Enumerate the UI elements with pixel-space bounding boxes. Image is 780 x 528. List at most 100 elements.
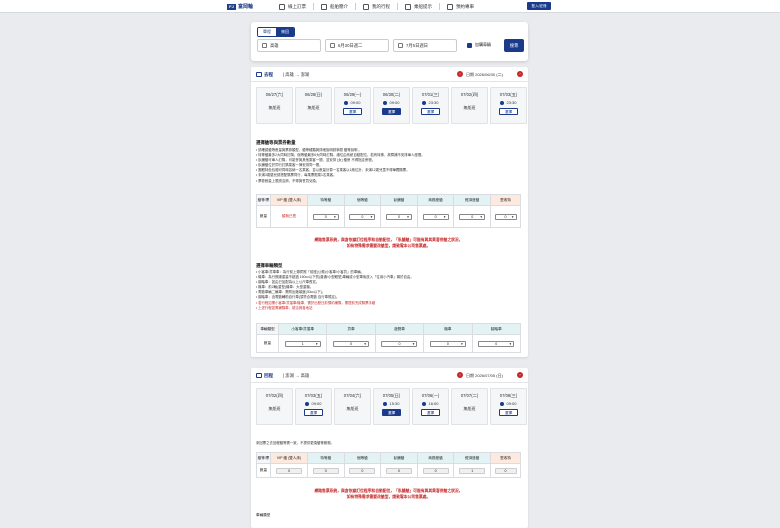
row-label: 數量 bbox=[256, 463, 271, 478]
nav-item-my-trips[interactable]: 我的行程 bbox=[355, 3, 397, 10]
brand-name: 富岡輪 bbox=[238, 4, 254, 10]
add-vehicle-checkbox[interactable] bbox=[467, 42, 472, 48]
quantity-select[interactable]: 0 bbox=[349, 213, 376, 220]
note-line: • 上述行程如需補購車，請洽詢各地站 bbox=[256, 305, 313, 310]
col-ticket-type: 經濟座艙 bbox=[453, 452, 491, 464]
vehicle-quantity-select[interactable]: 1 bbox=[284, 340, 321, 347]
quantity-select[interactable]: 0 bbox=[494, 213, 517, 220]
main-nav: 線上訂票 船舶簡介 我的行程 乘船提示 預約專車 bbox=[272, 3, 481, 10]
ticket-icon bbox=[279, 3, 285, 10]
date-label: 07/03(五) bbox=[499, 92, 518, 97]
quantity-display: 0 bbox=[385, 467, 412, 474]
cell: 0 bbox=[343, 205, 382, 228]
next-date-icon[interactable]: › bbox=[517, 71, 523, 77]
select-sailing-button[interactable]: 選擇 bbox=[421, 108, 440, 115]
outbound-title: 去程 bbox=[264, 72, 273, 77]
time-value: 16:00 bbox=[428, 401, 439, 406]
date-card: 07/02(四) 無船班 bbox=[451, 87, 488, 124]
no-sailing-label: 無船班 bbox=[463, 105, 476, 110]
info-icon bbox=[405, 3, 411, 10]
vehicle-section-title: 選擇車輛類型 bbox=[256, 263, 283, 268]
vehicle-section-title: 車輛類型 bbox=[256, 513, 271, 517]
time-value: 23:30 bbox=[506, 100, 517, 105]
date-label: 07/08(三) bbox=[499, 393, 518, 398]
select-sailing-button[interactable]: 選擇 bbox=[343, 108, 362, 115]
nav-item-ship-intro[interactable]: 船舶簡介 bbox=[313, 3, 355, 10]
col-vip: VIP 艙 (雙人床) bbox=[270, 194, 308, 206]
tab-round-trip[interactable]: 來回 bbox=[276, 28, 294, 36]
nav-item-boarding-tips[interactable]: 乘船提示 bbox=[397, 3, 439, 10]
brand-logo[interactable]: FJ 富岡輪 bbox=[227, 3, 253, 10]
select-sailing-button[interactable]: 選擇 bbox=[382, 108, 401, 115]
clock-icon bbox=[500, 401, 505, 406]
outbound-ticket-table: 艙等/票 VIP 艙 (雙人床) 特等艙 個等艙 臥舖艙 商務座艙 經濟座艙 豐… bbox=[256, 194, 521, 228]
quantity-select[interactable]: 0 bbox=[422, 213, 449, 220]
return-date-field[interactable]: 7月5日週日 bbox=[393, 39, 457, 52]
row-label: 數量 bbox=[256, 334, 279, 353]
sailing-time: 09:00 bbox=[491, 401, 526, 406]
ship-icon bbox=[321, 3, 327, 10]
quantity-display: 0 bbox=[312, 467, 339, 474]
origin-field[interactable]: 高雄 bbox=[257, 39, 321, 52]
cell: 0 bbox=[416, 463, 455, 478]
cell: 0 bbox=[380, 463, 418, 478]
note-line: • 票券數量上限請洽詢，不得與會員兌換。 bbox=[256, 178, 320, 183]
vehicle-quantity-select[interactable]: 0 bbox=[333, 340, 370, 347]
quantity-display: 0 bbox=[276, 467, 302, 474]
date-label: 07/01(三) bbox=[421, 92, 440, 97]
cell: 1 bbox=[453, 463, 491, 478]
select-sailing-button[interactable]: 選擇 bbox=[499, 409, 518, 416]
vehicle-quantity-select[interactable]: 0 bbox=[478, 340, 515, 347]
sailing-time: 09:00 bbox=[296, 401, 331, 406]
table-row: 數量 1 0 0 0 0 bbox=[256, 334, 522, 353]
login-register-button[interactable]: 登入/註冊 bbox=[527, 2, 551, 10]
date-label: 07/06(一) bbox=[421, 393, 440, 398]
outbound-header: 去程 | 高雄 → 澎湖 ‹ 日期 2026/06/30 (二) › bbox=[251, 67, 528, 82]
select-sailing-button[interactable]: 選擇 bbox=[499, 108, 518, 115]
cell: 0 bbox=[307, 463, 345, 478]
no-sailing-label: 無船班 bbox=[268, 406, 281, 411]
search-button[interactable]: 搜尋 bbox=[504, 39, 524, 52]
select-sailing-button[interactable]: 選擇 bbox=[304, 409, 323, 416]
tab-one-way[interactable]: 單程 bbox=[258, 28, 276, 36]
date-label: 07/04(六) bbox=[343, 393, 362, 398]
time-value: 09:00 bbox=[311, 401, 322, 406]
date-card: 07/03(五) 23:30 選擇 bbox=[490, 87, 527, 124]
return-date-value: 7月5日週日 bbox=[406, 42, 428, 48]
date-card: 07/02(四) 無船班 bbox=[256, 388, 293, 425]
col-ticket-type: 經濟座艙 bbox=[453, 194, 491, 206]
clock-icon bbox=[422, 401, 427, 406]
sailing-time: 09:00 bbox=[335, 100, 370, 105]
next-date-icon[interactable]: › bbox=[517, 372, 523, 378]
no-sailing-label: 無船班 bbox=[307, 105, 320, 110]
select-sailing-button[interactable]: 選擇 bbox=[421, 409, 440, 416]
prev-date-icon[interactable]: ‹ bbox=[457, 372, 463, 378]
cell: 1 bbox=[277, 334, 328, 353]
sailing-time: 23:30 bbox=[491, 100, 526, 105]
col-ticket-type: 商務座艙 bbox=[416, 452, 455, 464]
depart-date-field[interactable]: 6月30日週二 bbox=[325, 39, 389, 52]
time-value: 09:00 bbox=[389, 100, 400, 105]
nav-item-car-reservation[interactable]: 預約專車 bbox=[439, 3, 481, 10]
date-label: 07/02(四) bbox=[460, 92, 479, 97]
quantity-select[interactable]: 0 bbox=[459, 213, 486, 220]
quantity-select[interactable]: 0 bbox=[312, 213, 339, 220]
date-card: 06/27(六) 無船班 bbox=[256, 87, 293, 124]
prev-date-icon[interactable]: ‹ bbox=[457, 71, 463, 77]
clock-icon bbox=[344, 100, 349, 105]
origin-value: 高雄 bbox=[270, 42, 279, 48]
no-sailing-label: 無船班 bbox=[268, 105, 281, 110]
vehicle-quantity-select[interactable]: 0 bbox=[429, 340, 466, 347]
quantity-select[interactable]: 0 bbox=[385, 213, 412, 220]
row-label: 數量 bbox=[256, 205, 271, 228]
col-vehicle-type: 小客車/貨運車 bbox=[277, 323, 328, 335]
add-vehicle-option[interactable]: 加購車輛 bbox=[467, 42, 491, 48]
date-card: 07/08(三) 09:00 選擇 bbox=[490, 388, 527, 425]
inbound-date: 日期 2026/07/05 (日) bbox=[466, 373, 503, 378]
col-vehicle-type: 機車 bbox=[423, 323, 473, 335]
nav-item-online-booking[interactable]: 線上訂票 bbox=[272, 3, 313, 10]
table-corner: 艙等/票 bbox=[256, 194, 271, 206]
vehicle-quantity-select[interactable]: 0 bbox=[381, 340, 418, 347]
select-sailing-button[interactable]: 選擇 bbox=[382, 409, 401, 416]
cell: 0 bbox=[380, 205, 418, 228]
